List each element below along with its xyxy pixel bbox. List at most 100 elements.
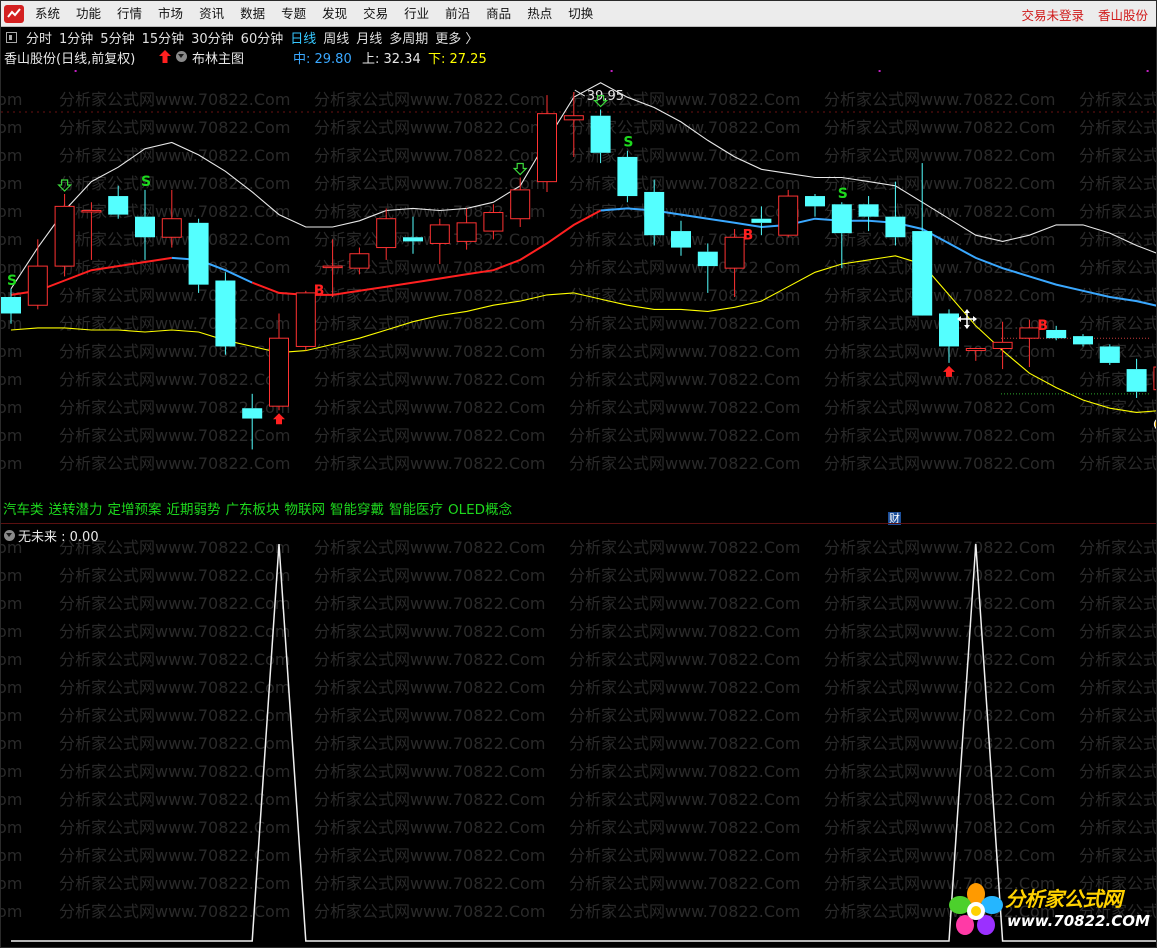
watermark-text: 分析家公式网www.70822.Com [314,398,545,417]
candle-up [1019,327,1040,339]
watermark-text: 分析家公式网www.70822.Com [59,678,290,697]
chart-canvas[interactable]: 分析家公式网www.70822.Com 分析家公式网www.70822.Com 分析… [1,1,1157,948]
watermark-text: 分析家公式网www.70822.Com [1,874,22,893]
panel-separator[interactable] [1,523,1156,524]
watermark-text: 分析家公式网www.70822.Com [569,398,800,417]
watermark-text: 分析家公式网www.70822.Com [314,146,545,165]
boll-mid-line-rising [251,209,602,296]
watermark-logo: 分析家公式网 www.70822.COM [947,881,1150,941]
watermark-text: 分析家公式网www.70822.Com [314,734,545,753]
watermark-text: 分析家公式网www.70822.Com [569,566,800,585]
watermark-text: 分析家公式网www.70822.Com [1079,678,1157,697]
watermark-text: 分析家公式网www.70822.Com [569,538,800,557]
concept-tag[interactable]: 汽车类 [3,498,44,518]
watermark-text: 分析家公式网www.70822.Com [569,258,800,277]
candle-down [617,156,638,197]
watermark-text: 分析家公式网www.70822.Com [1079,594,1157,613]
candle-up [295,292,316,347]
period-marker [610,70,613,72]
candle-up [537,113,557,183]
watermark-text: 分析家公式网www.70822.Com [1,342,22,361]
watermark-text: 分析家公式网www.70822.Com [824,594,1055,613]
watermark-text: 分析家公式网www.70822.Com [1079,230,1157,249]
candle-down [805,196,825,207]
candle-down [1,297,21,314]
watermark-text: 分析家公式网www.70822.Com [569,174,800,193]
watermark-text: 分析家公式网www.70822.Com [59,762,290,781]
watermark-text: 分析家公式网www.70822.Com [1,706,22,725]
candle-down [751,218,772,223]
watermark-text: 分析家公式网www.70822.Com [824,286,1055,305]
watermark-text: 分析家公式网www.70822.Com [824,426,1055,445]
buy-signal: B [1037,318,1048,334]
watermark-text: 分析家公式网www.70822.Com [1,734,22,753]
concept-tag[interactable]: 定增预案 [108,498,162,518]
watermark-text: 分析家公式网www.70822.Com [1,118,22,137]
watermark-text: 分析家公式网www.70822.Com [569,734,800,753]
watermark-text: 分析家公式网www.70822.Com [1,370,22,389]
watermark-text: 分析家公式网www.70822.Com [1079,566,1157,585]
watermark-text: 分析家公式网www.70822.Com [1079,818,1157,837]
sub-indicator-menu-icon[interactable] [4,530,15,541]
watermark-text: 分析家公式网www.70822.Com [1,454,22,473]
watermark-text: 分析家公式网www.70822.Com [314,594,545,613]
watermark-text: 分析家公式网www.70822.Com [824,622,1055,641]
watermark-text: 分析家公式网www.70822.Com [1079,118,1157,137]
watermark-text: 分析家公式网www.70822.Com [59,342,290,361]
watermark-text: 分析家公式网www.70822.Com [569,790,800,809]
concept-tag[interactable]: 广东板块 [226,498,280,518]
watermark-text: 分析家公式网www.70822.Com [314,314,545,333]
candle-down [215,280,236,347]
watermark-text: 分析家公式网www.70822.Com [59,566,290,585]
watermark-text: 分析家公式网www.70822.Com [314,846,545,865]
concept-tag[interactable]: 物联网 [285,498,326,518]
watermark-text: 分析家公式网www.70822.Com [59,734,290,753]
watermark-text: 分析家公式网www.70822.Com [824,370,1055,389]
concept-tag[interactable]: 近期弱势 [167,498,221,518]
watermark-text: 分析家公式网www.70822.Com [1079,622,1157,641]
watermark-text: 分析家公式网www.70822.Com [1,818,22,837]
watermark-text: 分析家公式网www.70822.Com [569,902,800,921]
candle-down [697,251,718,267]
watermark-text: 分析家公式网www.70822.Com [1,678,22,697]
candle-down [242,408,263,419]
watermark-text: 分析家公式网www.70822.Com [314,902,545,921]
watermark-text: 分析家公式网www.70822.Com [1,650,22,669]
watermark-text: 分析家公式网www.70822.Com [1079,174,1157,193]
watermark-text: 分析家公式网www.70822.Com [59,174,290,193]
period-marker [1146,70,1149,72]
watermark-text: 分析家公式网www.70822.Com [314,90,545,109]
watermark-text: 分析家公式网www.70822.Com [59,454,290,473]
watermark-text: 分析家公式网www.70822.Com [569,202,800,221]
watermark-text: 分析家公式网www.70822.Com [314,678,545,697]
watermark-text: 分析家公式网www.70822.Com [59,286,290,305]
concept-tag[interactable]: 送转潜力 [49,498,103,518]
watermark-text: 分析家公式网www.70822.Com [314,342,545,361]
watermark-text: 分析家公式网www.70822.Com [569,454,800,473]
watermark-text: 分析家公式网www.70822.Com [1,594,22,613]
candle-down [858,204,879,217]
watermark-text: 分析家公式网www.70822.Com [314,874,545,893]
flower-logo-icon [949,883,1003,935]
candle-down [1073,336,1093,345]
watermark-text: 分析家公式网www.70822.Com [569,314,800,333]
candle-up [429,224,450,244]
watermark-text: 分析家公式网www.70822.Com [824,678,1055,697]
watermark-text: 分析家公式网www.70822.Com [314,230,545,249]
watermark-text: 分析家公式网www.70822.Com [1,146,22,165]
candle-down [108,196,129,215]
buy-signal: B [743,227,754,243]
concept-tag[interactable]: 智能医疗 [389,498,443,518]
watermark-text: 分析家公式网www.70822.Com [1079,202,1157,221]
watermark-text: 分析家公式网www.70822.Com [59,818,290,837]
candle-up [27,265,48,306]
concept-tag[interactable]: 智能穿戴 [330,498,384,518]
watermark-text: 分析家公式网www.70822.Com [569,706,800,725]
watermark-text: 分析家公式网www.70822.Com [314,790,545,809]
candle-up [161,218,182,238]
candle-up [563,115,584,121]
concept-tag[interactable]: OLED概念 [448,498,512,518]
sub-indicator-label: 无未来 : 0.00 [18,530,99,545]
watermark-text: 分析家公式网www.70822.Com [824,454,1055,473]
candle-up [483,212,504,232]
